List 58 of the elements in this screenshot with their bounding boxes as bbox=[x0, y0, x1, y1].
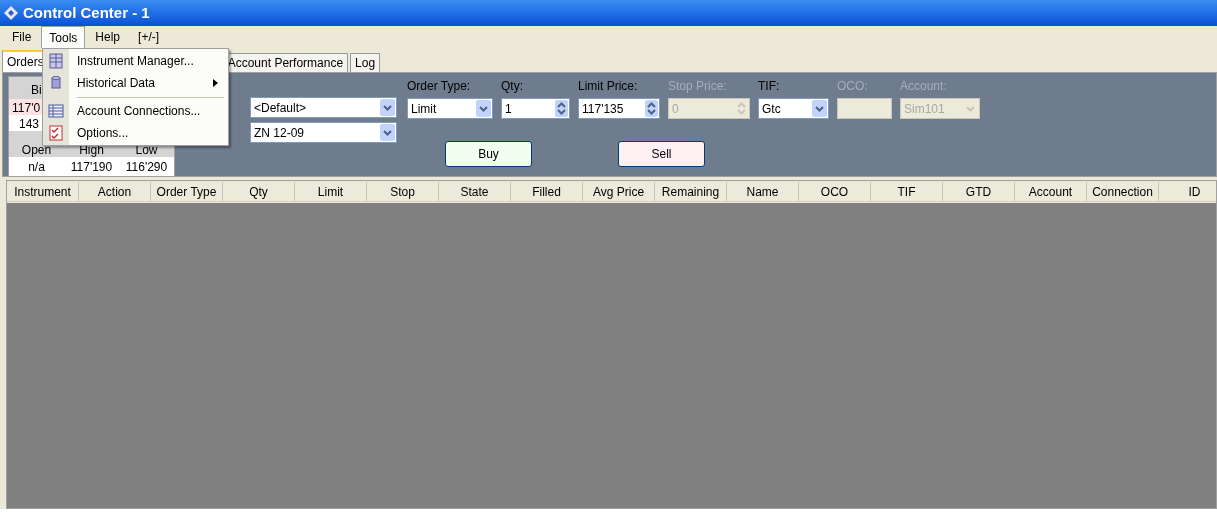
field-label: Limit Price: bbox=[578, 79, 639, 93]
table-icon bbox=[48, 103, 64, 119]
column-header[interactable]: Account bbox=[1015, 182, 1087, 202]
spinner-field[interactable]: 117'135 bbox=[578, 98, 660, 119]
column-header[interactable]: State bbox=[439, 182, 511, 202]
menu-item[interactable]: [+/-] bbox=[130, 26, 168, 48]
menu-item[interactable]: File bbox=[4, 26, 40, 48]
field-label: OCO: bbox=[837, 79, 869, 93]
submenu-arrow-icon bbox=[213, 79, 218, 87]
column-header[interactable]: Order Type bbox=[151, 182, 223, 202]
spinner-arrows-icon[interactable] bbox=[645, 100, 658, 117]
checklist-icon bbox=[48, 125, 64, 141]
quote-value: n/a bbox=[27, 158, 46, 176]
app-icon bbox=[4, 6, 18, 20]
field-label: Qty: bbox=[501, 79, 524, 93]
quote-value: 117'190 bbox=[69, 158, 114, 176]
column-header[interactable]: Name bbox=[727, 182, 799, 202]
field-label: TIF: bbox=[758, 79, 781, 93]
quote-value: 116'290 bbox=[124, 158, 169, 176]
dropdown[interactable]: Gtc bbox=[758, 98, 829, 119]
column-header[interactable]: Remaining bbox=[655, 182, 727, 202]
dropdown-value: ZN 12-09 bbox=[254, 124, 305, 142]
spinner-field[interactable]: 1 bbox=[501, 98, 570, 119]
column-header: Low bbox=[134, 144, 159, 158]
menu-item[interactable]: Account Connections... bbox=[43, 100, 228, 122]
column-header[interactable]: GTD bbox=[943, 182, 1015, 202]
menu-item[interactable]: Options... bbox=[43, 122, 228, 144]
instrument-dropdown[interactable]: ZN 12-09 bbox=[250, 122, 397, 143]
spinner-arrows-icon[interactable] bbox=[555, 100, 568, 117]
column-header[interactable]: Qty bbox=[223, 182, 295, 202]
menu-item[interactable]: Tools bbox=[41, 26, 86, 48]
column-header: Open bbox=[20, 144, 53, 158]
column-header[interactable]: Connection bbox=[1087, 182, 1159, 202]
menu-item[interactable]: Historical Data bbox=[43, 72, 228, 94]
column-header[interactable]: Stop bbox=[367, 182, 439, 202]
bid-size: 143 bbox=[19, 116, 40, 131]
tab[interactable]: Log bbox=[350, 53, 381, 72]
column-header[interactable]: Filled bbox=[511, 182, 583, 202]
field-label: Account: bbox=[900, 79, 948, 93]
column-header[interactable]: Avg Price bbox=[583, 182, 655, 202]
database-icon bbox=[48, 75, 64, 91]
column-header[interactable]: OCO bbox=[799, 182, 871, 202]
account-dropdown[interactable]: <Default> bbox=[250, 97, 397, 118]
menu-item[interactable]: Help bbox=[87, 26, 129, 48]
column-header[interactable]: Action bbox=[79, 182, 151, 202]
bid-price: 117'0 bbox=[12, 100, 41, 115]
grid-icon bbox=[48, 53, 64, 69]
field-label: Stop Price: bbox=[668, 79, 728, 93]
dropdown[interactable]: Limit bbox=[407, 98, 493, 119]
buy-button[interactable]: Buy bbox=[445, 141, 532, 167]
window-title: Control Center - 1 bbox=[23, 2, 150, 23]
column-header[interactable]: Instrument bbox=[7, 182, 79, 202]
column-header: Bi bbox=[31, 82, 42, 99]
sell-button[interactable]: Sell bbox=[618, 141, 705, 167]
column-header[interactable]: TIF bbox=[871, 182, 943, 202]
dropdown-value: <Default> bbox=[254, 99, 307, 117]
column-header[interactable]: Limit bbox=[295, 182, 367, 202]
field-label: Order Type: bbox=[407, 79, 472, 93]
